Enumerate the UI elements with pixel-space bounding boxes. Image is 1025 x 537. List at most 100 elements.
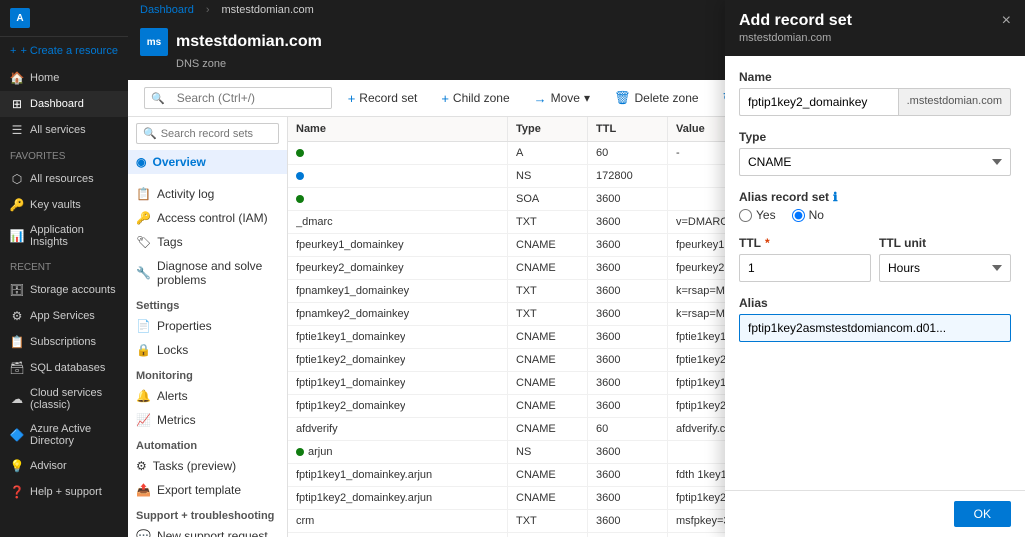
cell-name (288, 188, 508, 210)
col-ttl[interactable]: TTL (588, 117, 668, 141)
nav-item-tasks[interactable]: ⚙ Tasks (preview) (128, 454, 287, 478)
sidebar-item-app-services[interactable]: ⚙ App Services (0, 303, 128, 329)
alias-info-icon[interactable]: ℹ (833, 190, 838, 204)
sql-icon: 🗃 (10, 361, 24, 375)
diagnose-icon: 🔧 (136, 266, 151, 280)
cell-name: fptip1key1_domainkey (288, 372, 508, 394)
cell-type: CNAME (508, 395, 588, 417)
delete-icon: 🗑 (614, 90, 631, 106)
sidebar-item-storage[interactable]: 🗄 Storage accounts (0, 277, 128, 303)
cell-type: TXT (508, 280, 588, 302)
record-set-button[interactable]: + Record set (340, 87, 426, 110)
panel-body: Name .mstestdomian.com Type CNAME A AAAA… (725, 56, 1025, 490)
cell-type: CNAME (508, 326, 588, 348)
alias-yes-radio[interactable] (739, 209, 752, 222)
cell-name: fptip1key2_domainkey.arjun (288, 487, 508, 509)
create-resource-button[interactable]: + + Create a resource (0, 37, 128, 65)
cell-ttl: 3600 (588, 487, 668, 509)
help-icon: ❓ (10, 485, 24, 499)
home-icon: 🏠 (10, 71, 24, 85)
sidebar-item-azure-ad[interactable]: 🔷 Azure Active Directory (0, 417, 128, 453)
app-insights-icon: 📊 (10, 229, 24, 243)
cell-type: CNAME (508, 487, 588, 509)
nav-item-alerts[interactable]: 🔔 Alerts (128, 384, 287, 408)
nav-item-locks[interactable]: 🔒 Locks (128, 338, 287, 362)
overview-icon: ◉ (136, 155, 146, 169)
nav-item-support-request[interactable]: 💬 New support request (128, 524, 287, 537)
sidebar-item-dashboard[interactable]: ⊞ Dashboard (0, 91, 128, 117)
cell-type: CNAME (508, 464, 588, 486)
nav-item-metrics[interactable]: 📈 Metrics (128, 408, 287, 432)
sidebar-item-sql-databases[interactable]: 🗃 SQL databases (0, 355, 128, 381)
access-control-icon: 🔑 (136, 211, 151, 225)
breadcrumb-current: mstestdomian.com (222, 4, 314, 16)
sidebar-item-home[interactable]: 🏠 Home (0, 65, 128, 91)
sidebar-item-subscriptions[interactable]: 📋 Subscriptions (0, 329, 128, 355)
nav-search-input[interactable] (161, 128, 272, 140)
sidebar-item-app-insights[interactable]: 📊 Application Insights (0, 218, 128, 254)
nav-item-export-template[interactable]: 📤 Export template (128, 478, 287, 502)
cell-type: TXT (508, 211, 588, 233)
sidebar-item-all-services[interactable]: ☰ All services (0, 117, 128, 143)
cell-type: A (508, 142, 588, 164)
sidebar-item-help[interactable]: ❓ Help + support (0, 479, 128, 505)
name-input[interactable] (739, 88, 899, 116)
breadcrumb-dashboard[interactable]: Dashboard (140, 4, 194, 16)
ok-button[interactable]: OK (954, 501, 1011, 527)
cell-type: NS (508, 165, 588, 187)
name-input-wrapper: .mstestdomian.com (739, 88, 1011, 116)
sidebar-item-advisor[interactable]: 💡 Advisor (0, 453, 128, 479)
cell-name: _dmarc (288, 211, 508, 233)
cell-type: TXT (508, 533, 588, 537)
col-type[interactable]: Type (508, 117, 588, 141)
search-input[interactable] (171, 88, 331, 108)
cell-ttl: 3600 (588, 326, 668, 348)
alerts-icon: 🔔 (136, 389, 151, 403)
nav-item-activity-log[interactable]: 📋 Activity log (128, 182, 287, 206)
alias-yes-label[interactable]: Yes (739, 208, 776, 222)
nav-item-access-control[interactable]: 🔑 Access control (IAM) (128, 206, 287, 230)
nav-item-diagnose[interactable]: 🔧 Diagnose and solve problems (128, 254, 287, 292)
ttl-input[interactable] (739, 254, 871, 282)
move-button[interactable]: → Move ▾ (526, 87, 598, 110)
ttl-input-group: TTL * (739, 236, 871, 282)
cell-type: CNAME (508, 349, 588, 371)
alias-no-radio[interactable] (792, 209, 805, 222)
alias-no-label[interactable]: No (792, 208, 824, 222)
cell-name: fptip1key2_domainkey (288, 395, 508, 417)
metrics-icon: 📈 (136, 413, 151, 427)
sidebar-item-cloud-services[interactable]: ☁ Cloud services (classic) (0, 381, 128, 417)
export-icon: 📤 (136, 483, 151, 497)
resource-name: mstestdomian.com (176, 33, 322, 51)
ttl-unit-label: TTL unit (879, 236, 1011, 250)
properties-icon: 📄 (136, 319, 151, 333)
sidebar-item-all-resources[interactable]: ⬡ All resources (0, 166, 128, 192)
cell-ttl: 3600 (588, 257, 668, 279)
sidebar-item-key-vaults[interactable]: 🔑 Key vaults (0, 192, 128, 218)
nav-item-properties[interactable]: 📄 Properties (128, 314, 287, 338)
child-zone-icon: + (441, 91, 449, 106)
automation-section-label: Automation (128, 432, 287, 454)
add-record-icon: + (348, 91, 356, 106)
child-zone-button[interactable]: + Child zone (433, 87, 517, 110)
col-name[interactable]: Name (288, 117, 508, 141)
alias-value-input[interactable] (739, 314, 1011, 342)
ttl-form-group: TTL * TTL unit Seconds Minutes Hours Day… (739, 236, 1011, 282)
plus-icon: + (10, 45, 16, 57)
ttl-unit-select[interactable]: Seconds Minutes Hours Days (879, 254, 1011, 282)
type-select[interactable]: CNAME A AAAA MX NS TXT (739, 148, 1011, 176)
alias-value-label: Alias (739, 296, 1011, 310)
move-chevron-icon: ▾ (584, 91, 590, 105)
activity-log-icon: 📋 (136, 187, 151, 201)
cell-name: fpeurkey2_domainkey (288, 257, 508, 279)
cell-type: SOA (508, 188, 588, 210)
delete-zone-button[interactable]: 🗑 Delete zone (606, 86, 707, 110)
cell-ttl: 60 (588, 142, 668, 164)
panel-close-button[interactable]: × (1002, 12, 1011, 30)
add-record-set-panel: Add record set mstestdomian.com × Name .… (725, 0, 1025, 537)
nav-item-overview[interactable]: ◉ Overview (128, 150, 287, 174)
cell-name: fptip1key1_domainkey.arjun (288, 464, 508, 486)
ttl-required-mark: * (765, 236, 770, 250)
nav-item-tags[interactable]: 🏷 Tags (128, 230, 287, 254)
search-box[interactable]: 🔍 (144, 87, 332, 109)
